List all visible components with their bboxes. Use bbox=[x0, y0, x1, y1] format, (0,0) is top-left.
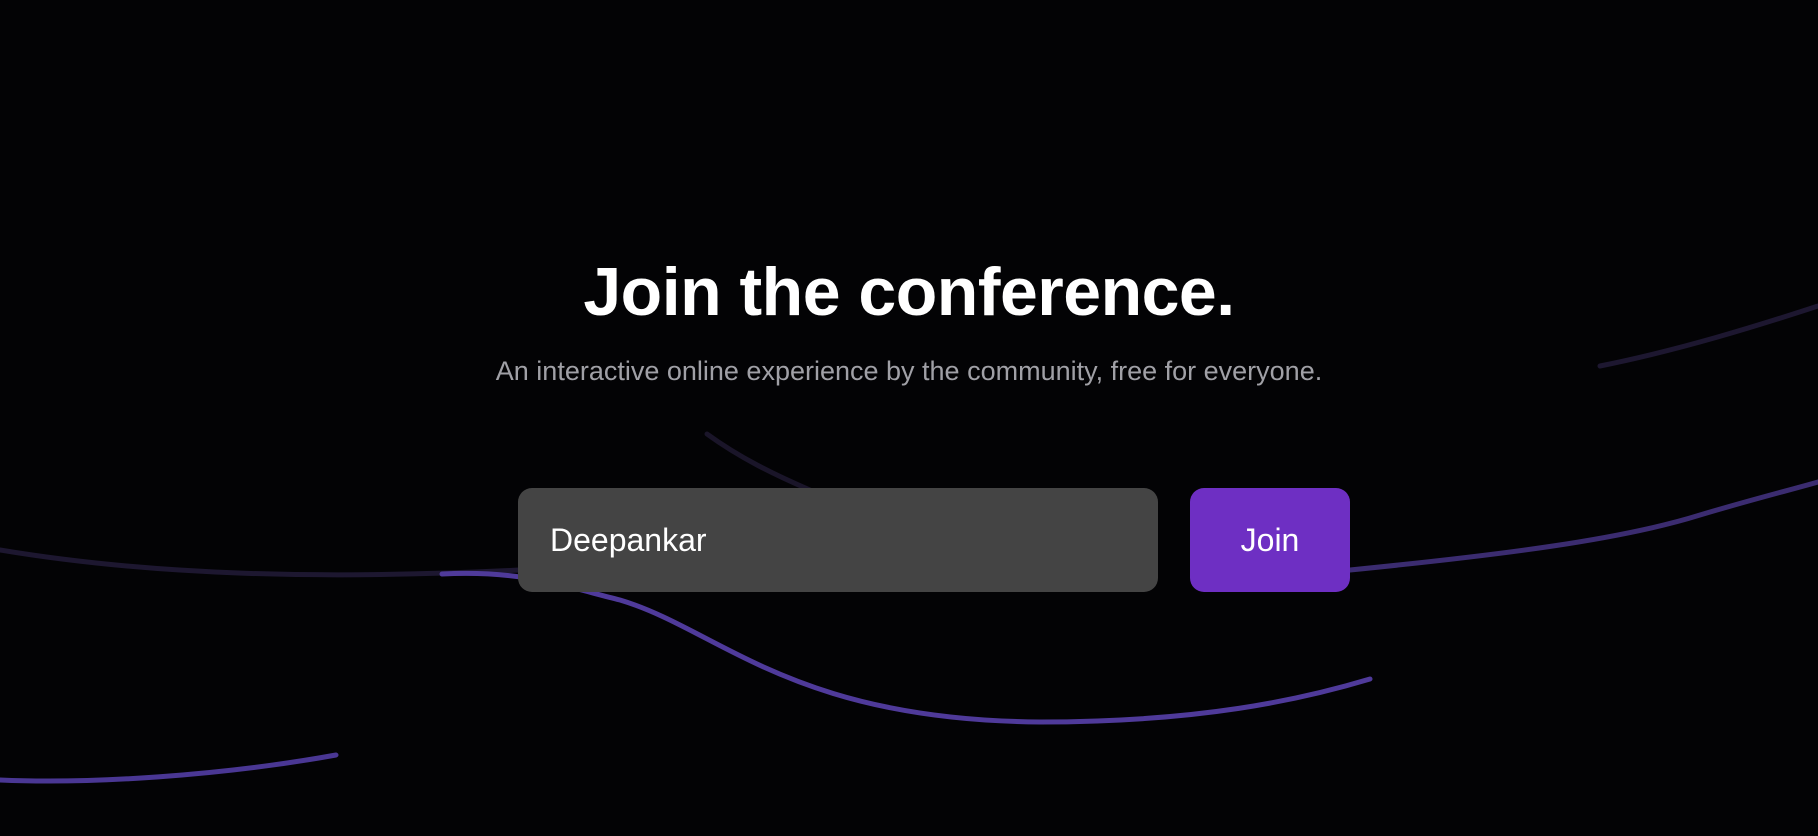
name-input[interactable] bbox=[518, 488, 1158, 592]
page-subtitle: An interactive online experience by the … bbox=[495, 356, 1323, 386]
join-button[interactable]: Join bbox=[1190, 488, 1350, 592]
page-title: Join the conference. bbox=[583, 254, 1235, 330]
join-section: Join the conference. An interactive onli… bbox=[0, 0, 1818, 836]
page-background: Join the conference. An interactive onli… bbox=[0, 0, 1818, 836]
